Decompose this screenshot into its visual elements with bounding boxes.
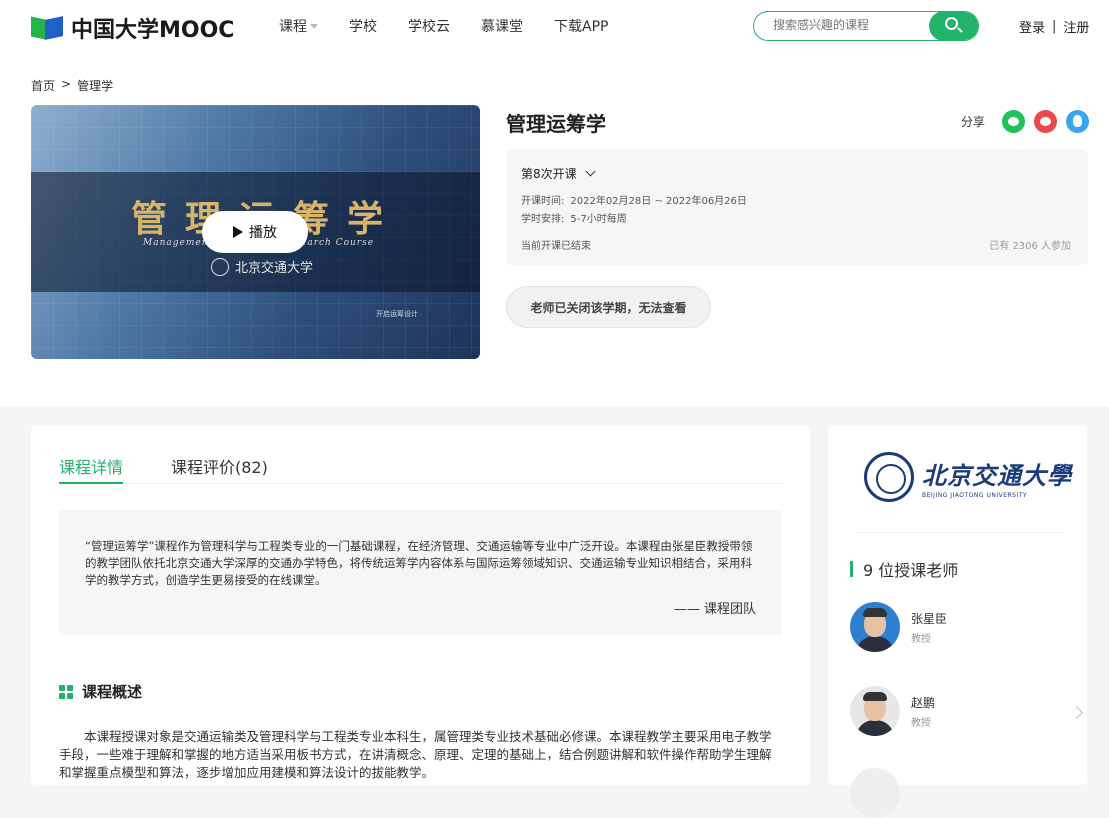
breadcrumb-current[interactable]: 管理学 <box>77 77 113 94</box>
heading-accent-bar <box>850 561 853 577</box>
play-icon <box>233 226 243 238</box>
teacher-count-heading: 9 位授课老师 <box>850 557 958 581</box>
play-label: 播放 <box>249 225 277 241</box>
detail-tabs: 课程详情 课程评价(82) <box>59 454 782 484</box>
teacher-item[interactable]: 张星臣 教授 <box>850 602 947 652</box>
search-input[interactable] <box>773 18 923 32</box>
teacher-title: 教授 <box>911 717 931 729</box>
term-hours-label: 学时安排: <box>521 214 565 225</box>
university-logo[interactable]: 北京交通大學 BEIJING JIAOTONG UNIVERSITY <box>864 452 1072 502</box>
team-quote-text: “管理运筹学”课程作为管理科学与工程类专业的一门基础课程，在经济管理、交通运输等… <box>85 539 753 587</box>
term-status: 当前开课已结束 <box>521 241 591 252</box>
chevron-down-icon <box>585 166 596 177</box>
teacher-name[interactable]: 张星臣 <box>911 610 947 627</box>
top-navbar: 中国大学MOOC 课程 学校 学校云 慕课堂 下载APP 登录 | 注册 <box>0 0 1109 52</box>
course-detail-card: 课程详情 课程评价(82) “管理运筹学”课程作为管理科学与工程类专业的一门基础… <box>31 425 810 785</box>
breadcrumb: 首页 > 管理学 <box>31 77 113 94</box>
tab-course-detail[interactable]: 课程详情 <box>59 454 123 484</box>
teacher-name[interactable]: 赵鹏 <box>911 694 935 711</box>
weibo-icon[interactable] <box>1034 110 1058 133</box>
share-label: 分享 <box>961 115 986 129</box>
term-selector[interactable]: 第8次开课 <box>521 165 596 182</box>
video-school-name: 北京交通大学 <box>235 261 314 276</box>
side-divider <box>856 532 1063 533</box>
auth-links: 登录 | 注册 <box>1019 17 1089 36</box>
school-seal-icon <box>211 257 229 276</box>
auth-separator: | <box>1052 19 1057 34</box>
tab-course-reviews[interactable]: 课程评价(82) <box>171 454 268 484</box>
nav-school-cloud[interactable]: 学校云 <box>408 16 450 36</box>
team-quote-box: “管理运筹学”课程作为管理科学与工程类专业的一门基础课程，在经济管理、交通运输等… <box>59 510 782 635</box>
nav-courses-label: 课程 <box>279 19 307 35</box>
breadcrumb-separator: > <box>61 77 72 91</box>
search-icon-handle <box>957 27 963 33</box>
nav-courses[interactable]: 课程 <box>279 16 318 36</box>
qq-icon[interactable] <box>1066 110 1090 133</box>
nav-download-app[interactable]: 下载APP <box>554 16 608 36</box>
term-info-box: 第8次开课 开课时间: 2022年02月28日 ~ 2022年06月26日 学时安… <box>506 149 1088 265</box>
teacher-avatar[interactable] <box>850 686 900 736</box>
search-button[interactable] <box>929 12 978 40</box>
university-name-en: BEIJING JIAOTONG UNIVERSITY <box>922 491 1028 499</box>
teacher-avatar[interactable] <box>850 768 900 818</box>
login-link[interactable]: 登录 <box>1019 17 1045 36</box>
teacher-count: 9 位授课老师 <box>863 561 959 580</box>
overview-text: 本课程授课对象是交通运输类及管理科学与工程类专业本科生，属管理类专业技术基础必修… <box>59 729 772 780</box>
overview-heading-label: 课程概述 <box>82 683 143 701</box>
term-time-label: 开课时间: <box>521 196 565 207</box>
nav-schools[interactable]: 学校 <box>349 16 377 36</box>
logo-book-icon <box>31 15 65 41</box>
teacher-title: 教授 <box>911 633 931 645</box>
chevron-right-icon[interactable] <box>1070 706 1083 719</box>
university-name: 北京交通大學 <box>922 460 1072 490</box>
term-time: 开课时间: 2022年02月28日 ~ 2022年06月26日 <box>521 192 747 207</box>
term-label: 第8次开课 <box>521 167 577 181</box>
teacher-item[interactable]: 赵鹏 教授 <box>850 686 935 736</box>
overview-heading: 课程概述 <box>59 681 142 702</box>
term-hours: 学时安排: 5-7小时每周 <box>521 210 627 225</box>
logo-text: 中国大学MOOC <box>71 18 235 43</box>
term-closed-button[interactable]: 老师已关闭该学期，无法查看 <box>506 286 711 328</box>
site-logo[interactable]: 中国大学MOOC <box>31 12 234 44</box>
grid-icon <box>59 684 73 699</box>
caret-down-icon <box>310 23 318 29</box>
enrolled-count: 已有 2306 人参加 <box>989 241 1071 252</box>
course-header-section: 中国大学MOOC 课程 学校 学校云 慕课堂 下载APP 登录 | 注册 首页 … <box>0 0 1109 407</box>
university-side-card: 北京交通大學 BEIJING JIAOTONG UNIVERSITY 9 位授课… <box>828 425 1087 818</box>
term-time-value: 2022年02月28日 ~ 2022年06月26日 <box>570 196 747 207</box>
main-nav: 课程 学校 学校云 慕课堂 下载APP <box>279 16 639 36</box>
nav-mooc-classroom[interactable]: 慕课堂 <box>481 16 523 36</box>
video-school-mark: 北京交通大学 <box>211 257 313 276</box>
term-hours-value: 5-7小时每周 <box>570 214 627 225</box>
register-link[interactable]: 注册 <box>1063 17 1089 36</box>
course-video-player[interactable]: 管理运筹学 Management Operations Research Cou… <box>31 105 480 359</box>
breadcrumb-home[interactable]: 首页 <box>31 77 55 94</box>
wechat-icon[interactable] <box>1002 110 1026 133</box>
search-box <box>753 11 979 41</box>
play-button[interactable]: 播放 <box>202 211 308 253</box>
team-quote-author: —— 课程团队 <box>673 602 756 617</box>
video-tag: 开启运筹设计 <box>376 310 418 318</box>
university-emblem-icon <box>864 452 914 502</box>
course-title: 管理运筹学 <box>506 112 606 136</box>
teacher-avatar[interactable] <box>850 602 900 652</box>
share-bar: 分享 <box>961 110 1090 133</box>
